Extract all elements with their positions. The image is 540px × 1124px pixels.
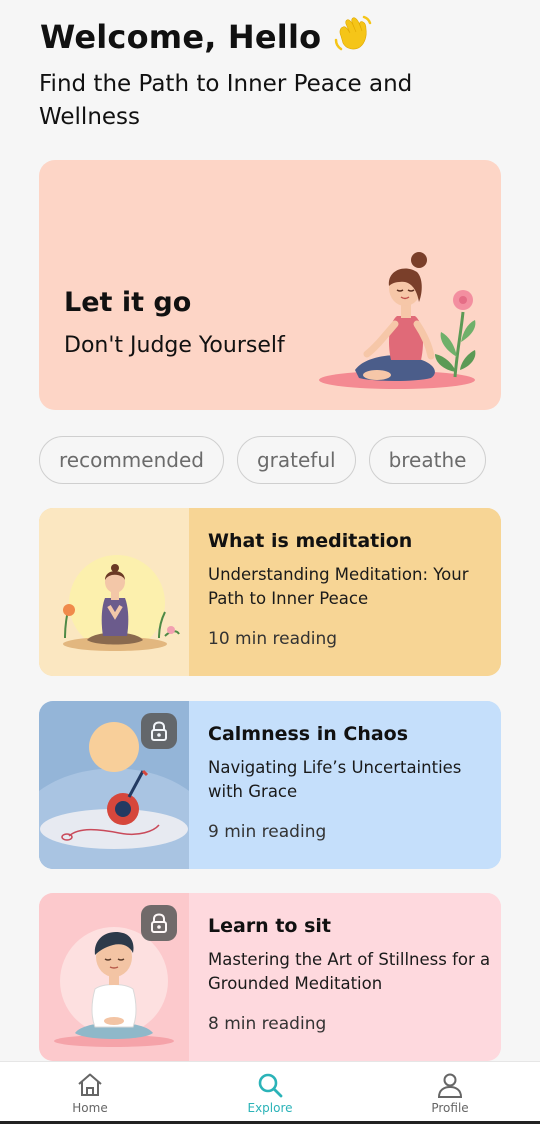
category-chips: recommended grateful breathe xyxy=(39,436,487,484)
card-reading-time: 10 min reading xyxy=(208,629,338,649)
search-icon xyxy=(258,1073,283,1098)
greeting-title: Welcome, Hello xyxy=(40,18,322,56)
card-body: Learn to sit Mastering the Art of Stilln… xyxy=(189,893,501,1061)
chip-breathe[interactable]: breathe xyxy=(368,436,487,484)
card-description: Understanding Meditation: Your Path to I… xyxy=(208,565,469,608)
lock-icon xyxy=(141,713,177,749)
chip-grateful[interactable]: grateful xyxy=(236,436,356,484)
card-reading-time: 9 min reading xyxy=(208,822,327,842)
nav-home[interactable]: Home xyxy=(30,1062,150,1124)
meditation-thumbnail xyxy=(39,508,189,676)
card-title: What is meditation xyxy=(208,530,413,552)
article-card-calmness-in-chaos[interactable]: Calmness in Chaos Navigating Life’s Unce… xyxy=(39,701,501,869)
card-description: Mastering the Art of Stillness for a Gro… xyxy=(208,950,491,993)
waving-hand-icon xyxy=(335,15,372,51)
home-icon xyxy=(78,1073,102,1096)
card-title: Learn to sit xyxy=(208,915,331,937)
nav-profile[interactable]: Profile xyxy=(390,1062,510,1124)
greeting-row: Welcome, Hello xyxy=(40,15,373,56)
nav-profile-label: Profile xyxy=(431,1101,469,1115)
profile-icon xyxy=(437,1073,463,1098)
article-card-what-is-meditation[interactable]: What is meditation Understanding Meditat… xyxy=(39,508,501,676)
hero-title: Let it go xyxy=(64,287,192,318)
explore-screen: Welcome, Hello Find the Path to Inner Pe… xyxy=(0,0,540,1124)
card-description: Navigating Life’s Uncertainties with Gra… xyxy=(208,758,462,801)
chip-recommended[interactable]: recommended xyxy=(39,436,224,484)
hero-card[interactable]: Let it go Don't Judge Yourself xyxy=(39,160,501,410)
nav-explore[interactable]: Explore xyxy=(210,1062,330,1124)
lock-icon xyxy=(141,905,177,941)
card-reading-time: 8 min reading xyxy=(208,1014,327,1034)
meditating-woman-illustration xyxy=(319,252,476,389)
hero-subtitle: Don't Judge Yourself xyxy=(64,333,285,358)
nav-explore-label: Explore xyxy=(247,1101,293,1115)
bottom-nav: Home Explore Profile xyxy=(0,1061,540,1124)
card-title: Calmness in Chaos xyxy=(208,723,409,745)
card-body: Calmness in Chaos Navigating Life’s Unce… xyxy=(189,701,501,869)
nav-home-label: Home xyxy=(72,1101,108,1115)
card-body: What is meditation Understanding Meditat… xyxy=(189,508,501,676)
article-card-learn-to-sit[interactable]: Learn to sit Mastering the Art of Stilln… xyxy=(39,893,501,1061)
page-subtitle: Find the Path to Inner Peace and Wellnes… xyxy=(39,71,413,130)
